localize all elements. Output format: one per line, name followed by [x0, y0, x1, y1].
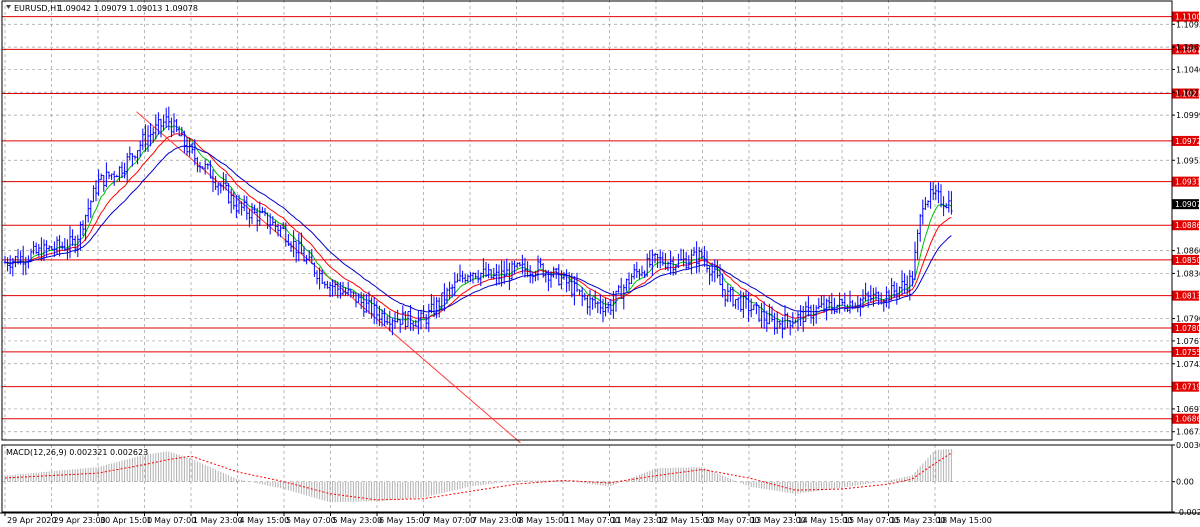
macd-y-tick-label: 0.00 — [1176, 478, 1194, 487]
x-tick-label: 5 May 07:00 — [286, 516, 336, 525]
x-tick-label: 29 Apr 23:00 — [54, 516, 106, 525]
y-tick-label: 1.06735 — [1176, 428, 1200, 437]
x-tick-label: 1 May 07:00 — [147, 516, 197, 525]
y-tick-label: 1.10695 — [1176, 43, 1200, 52]
x-tick-label: 1 May 23:00 — [193, 516, 243, 525]
x-tick-label: 4 May 15:00 — [240, 516, 290, 525]
macd-y-tick-label: -0.00249 — [1176, 508, 1200, 517]
level-price-label: 1.09729 — [1175, 137, 1200, 146]
symbol-label: EURUSD,H1 — [14, 4, 61, 13]
level-price-label: 1.08861 — [1175, 221, 1200, 230]
level-price-label: 1.07557 — [1175, 348, 1200, 357]
level-price-label: 1.08504 — [1175, 256, 1200, 265]
level-price-label: 1.07803 — [1175, 324, 1200, 333]
current-price-label: 1.09078 — [1175, 200, 1200, 209]
y-tick-label: 1.09995 — [1176, 111, 1200, 120]
chart-background — [0, 0, 1200, 527]
chart-svg[interactable]: 1.110091.106721.102171.097291.093101.088… — [0, 0, 1200, 527]
y-tick-label: 1.06970 — [1176, 405, 1200, 414]
x-tick-label: 30 Apr 15:00 — [100, 516, 152, 525]
x-tick-label: 6 May 15:00 — [379, 516, 429, 525]
level-price-label: 1.07199 — [1175, 383, 1200, 392]
y-tick-label: 1.09530 — [1176, 156, 1200, 165]
macd-title: MACD(12,26,9) 0.002321 0.002623 — [6, 448, 148, 457]
y-tick-label: 1.08365 — [1176, 269, 1200, 278]
x-tick-label: 29 Apr 2020 — [7, 516, 56, 525]
x-tick-label: 7 May 07:00 — [426, 516, 476, 525]
macd-y-tick-label: 0.00301 — [1176, 441, 1200, 450]
y-tick-label: 1.07900 — [1176, 315, 1200, 324]
y-tick-label: 1.07435 — [1176, 360, 1200, 369]
level-price-label: 1.09310 — [1175, 178, 1200, 187]
level-price-label: 1.06869 — [1175, 415, 1200, 424]
y-tick-label: 1.07670 — [1176, 337, 1200, 346]
x-tick-label: 5 May 23:00 — [333, 516, 383, 525]
x-tick-label: 8 May 15:00 — [519, 516, 569, 525]
y-tick-label: 1.08600 — [1176, 247, 1200, 256]
y-tick-label: 1.10230 — [1176, 88, 1200, 97]
chart-window[interactable]: 1.110091.106721.102171.097291.093101.088… — [0, 0, 1200, 527]
level-price-label: 1.08136 — [1175, 292, 1200, 301]
x-tick-label: 18 May 15:00 — [937, 516, 992, 525]
x-tick-label: 7 May 23:00 — [472, 516, 522, 525]
y-tick-label: 1.10465 — [1176, 65, 1200, 74]
ohlc-readout: 1.09042 1.09079 1.09013 1.09078 — [58, 4, 198, 13]
y-tick-label: 1.10930 — [1176, 20, 1200, 29]
